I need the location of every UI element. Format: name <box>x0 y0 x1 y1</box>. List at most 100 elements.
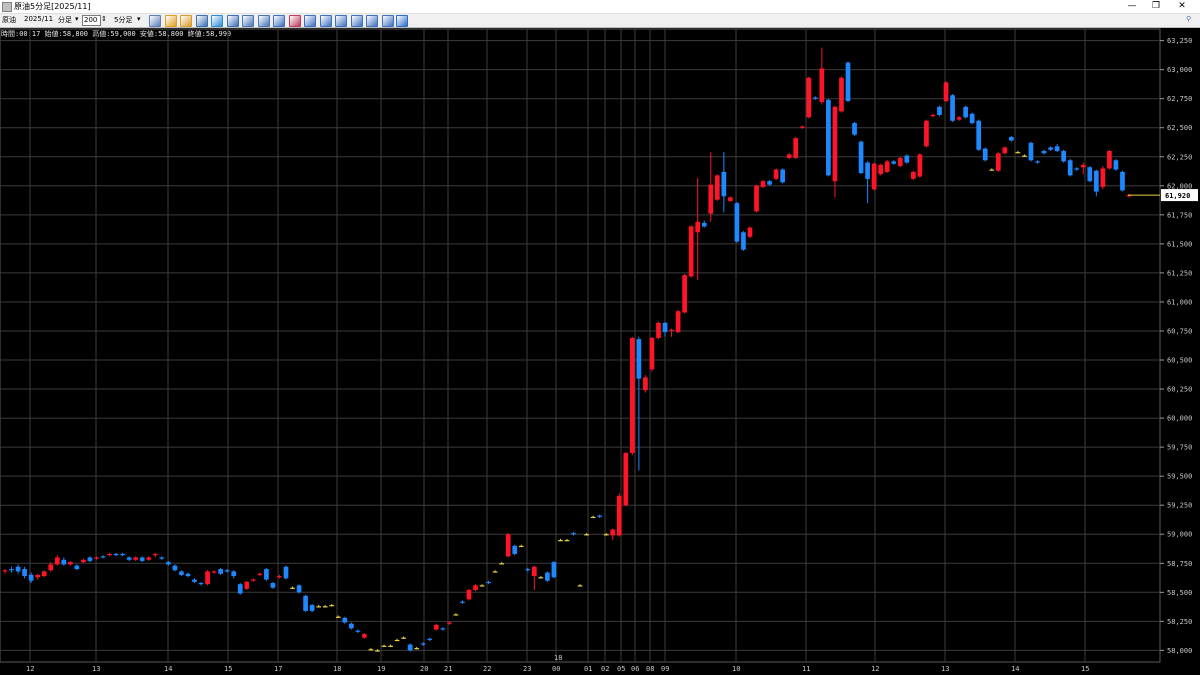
x-tick-label: 14 <box>164 665 172 673</box>
x-tick-label: 18 <box>554 654 562 662</box>
candle-body <box>688 226 694 277</box>
candle-body <box>636 339 642 379</box>
y-tick-label: 60,250 <box>1167 386 1192 394</box>
y-tick-label: 61,250 <box>1167 269 1192 277</box>
candle-body <box>819 68 825 103</box>
candle-body <box>714 175 720 200</box>
x-tick-label: 21 <box>444 665 452 673</box>
candle-body <box>590 516 596 519</box>
candle-body <box>545 572 550 581</box>
candle-body <box>1074 168 1080 170</box>
candle-body <box>1002 147 1008 154</box>
candle-body <box>1120 171 1125 191</box>
candle-body <box>48 564 54 571</box>
candle-body <box>139 557 145 561</box>
candle-body <box>211 571 217 573</box>
candle-body <box>146 557 152 560</box>
candle-body <box>113 553 119 556</box>
candle-body <box>335 616 341 618</box>
y-tick-label: 60,000 <box>1167 415 1192 423</box>
candle-body <box>107 553 112 556</box>
candle-body <box>917 154 923 177</box>
candle-body <box>126 557 132 560</box>
candle-body <box>388 645 393 647</box>
x-tick-label: 23 <box>523 665 531 673</box>
candle-body <box>1113 160 1119 170</box>
candle-body <box>734 203 740 242</box>
candle-body <box>616 495 622 536</box>
candle-body <box>695 221 701 233</box>
candle-body <box>976 120 982 150</box>
candle-body <box>486 581 491 584</box>
candle-body <box>793 138 799 158</box>
x-tick-label: 09 <box>661 665 669 673</box>
candle-body <box>35 574 41 578</box>
candle-body <box>375 650 380 652</box>
x-tick-label: 06 <box>631 665 639 673</box>
candle-body <box>192 579 197 582</box>
y-tick-label: 58,750 <box>1167 560 1192 568</box>
candle-body <box>603 534 609 536</box>
candle-body <box>675 311 681 333</box>
candle-body <box>257 573 263 575</box>
candle-body <box>94 557 99 559</box>
candle-body <box>858 141 864 174</box>
candle-body <box>250 579 256 581</box>
candle-body <box>1093 170 1099 192</box>
candle-body <box>597 515 603 517</box>
candle-body <box>479 585 485 587</box>
candle-body <box>394 639 400 642</box>
y-tick-label: 58,500 <box>1167 589 1192 597</box>
candle-body <box>884 161 890 172</box>
candle-body <box>401 637 406 639</box>
candle-body <box>362 634 367 638</box>
candle-body <box>264 569 269 580</box>
candle-body <box>845 62 851 102</box>
candle-body <box>120 553 125 556</box>
y-tick-label: 59,500 <box>1167 473 1192 481</box>
candle-body <box>649 337 655 370</box>
candlestick-chart[interactable]: 58,000 58,250 58,500 58,750 59,000 59,250 59,5… <box>0 0 1200 675</box>
candle-body <box>786 154 792 158</box>
candle-body <box>571 533 576 535</box>
candle-body <box>22 569 27 577</box>
candle-body <box>218 569 224 574</box>
x-tick-label: 12 <box>26 665 34 673</box>
x-tick-label: 10 <box>732 665 740 673</box>
candle-body <box>773 169 779 179</box>
candle-body <box>669 329 674 332</box>
candle-body <box>283 566 289 579</box>
candle-body <box>499 563 505 565</box>
candle-body <box>956 117 962 120</box>
candle-body <box>329 605 335 607</box>
candle-body <box>989 169 995 171</box>
candle-body <box>950 95 955 121</box>
candle-body <box>780 169 786 183</box>
candle-body <box>865 162 870 179</box>
candle-body <box>741 232 746 250</box>
candle-body <box>721 171 727 197</box>
candle-body <box>525 569 531 571</box>
candle-body <box>623 452 629 506</box>
candle-body <box>67 562 73 565</box>
candle-body <box>1067 160 1073 176</box>
candle-body <box>891 161 897 164</box>
x-tick-label: 17 <box>274 665 282 673</box>
candle-body <box>760 181 766 187</box>
candle-body <box>231 571 237 577</box>
candle-body <box>198 583 204 585</box>
candle-body <box>473 585 478 590</box>
x-tick-label: 15 <box>224 665 232 673</box>
candle-body <box>1028 142 1034 161</box>
x-tick-label: 12 <box>871 665 879 673</box>
candle-body <box>368 649 374 651</box>
x-tick-label: 11 <box>802 665 810 673</box>
candle-body <box>74 565 80 570</box>
candle-body <box>1061 150 1067 162</box>
candle-body <box>682 275 687 313</box>
candle-body <box>100 556 106 558</box>
candle-body <box>812 97 818 99</box>
candle-body <box>629 337 635 453</box>
candle-body <box>538 577 544 579</box>
candle-body <box>564 540 570 542</box>
